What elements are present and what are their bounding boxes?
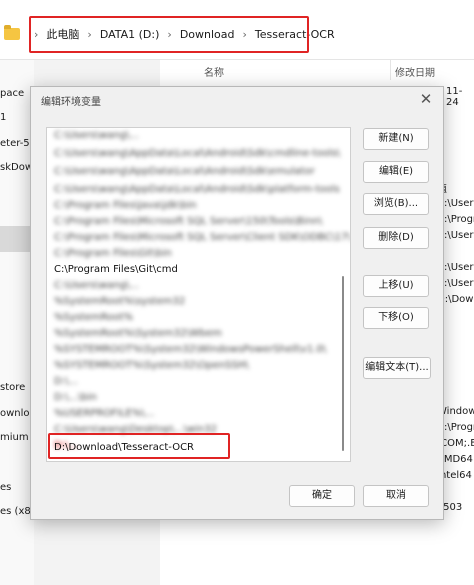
- new-entry-highlight-box: [48, 433, 230, 459]
- path-entries-list[interactable]: C:\Users\wang\... C:\Users\wang\AppData\…: [46, 127, 351, 462]
- path-entry[interactable]: C:\Program Files\Git\bin: [54, 246, 172, 262]
- path-entry[interactable]: %USERPROFILE%\...: [54, 406, 154, 422]
- column-header-date[interactable]: 修改日期: [395, 64, 435, 79]
- browse-button[interactable]: 浏览(B)...: [363, 193, 429, 215]
- edit-text-button[interactable]: 编辑文本(T)...: [363, 357, 431, 379]
- path-entry[interactable]: C:\Users\wang\AppData\Local\Android\Sdk\…: [54, 182, 340, 198]
- column-divider: [390, 60, 391, 80]
- path-entry[interactable]: C:\Users\wang\...: [54, 278, 139, 294]
- scrollbar[interactable]: [342, 276, 344, 451]
- dialog-title: 编辑环境变量: [41, 97, 101, 108]
- date-cell: 11-24: [446, 86, 463, 108]
- cancel-button[interactable]: 取消: [363, 485, 429, 507]
- sidebar-selected-item[interactable]: [0, 226, 34, 252]
- edit-env-variable-dialog: 编辑环境变量 ✕ C:\Users\wang\... C:\Users\wang…: [30, 86, 444, 520]
- path-entry[interactable]: %SYSTEMROOT%\System32\WindowsPowerShell\…: [54, 342, 326, 358]
- navigation-pane: pace 1 eter-5.5 skDown store ownload miu…: [0, 60, 34, 585]
- path-entry[interactable]: %SystemRoot%\System32\Wbem: [54, 326, 222, 342]
- sidebar-item[interactable]: mium 1: [0, 432, 34, 443]
- path-entry[interactable]: D:\...\bin: [54, 390, 97, 406]
- path-entry[interactable]: C:\Users\wang\...: [54, 128, 139, 144]
- ok-button[interactable]: 确定: [289, 485, 355, 507]
- edit-button[interactable]: 编辑(E): [363, 161, 429, 183]
- path-entry[interactable]: C:\Users\wang\AppData\Local\Android\Sdk\…: [54, 164, 315, 180]
- new-button[interactable]: 新建(N): [363, 128, 429, 150]
- path-entry[interactable]: %SYSTEMROOT%\System32\OpenSSH\: [54, 358, 249, 374]
- path-entry[interactable]: %SystemRoot%\system32: [54, 294, 185, 310]
- path-entry[interactable]: C:\Program Files\Microsoft SQL Server\Cl…: [54, 230, 350, 246]
- delete-button[interactable]: 删除(D): [363, 227, 429, 249]
- folder-icon: [4, 25, 20, 40]
- sidebar-item[interactable]: 1: [0, 112, 6, 123]
- sidebar-item[interactable]: skDown: [0, 162, 34, 173]
- sidebar-item[interactable]: store: [0, 382, 25, 393]
- path-entry[interactable]: D:\...: [54, 374, 78, 390]
- path-entry[interactable]: C:\Program Files\Microsoft SQL Server\15…: [54, 214, 322, 230]
- close-icon[interactable]: ✕: [415, 88, 437, 110]
- sidebar-item[interactable]: pace: [0, 88, 24, 99]
- sidebar-item[interactable]: eter-5.5: [0, 138, 34, 149]
- sidebar-item[interactable]: es (x86: [0, 506, 34, 517]
- column-header-name[interactable]: 名称: [204, 64, 224, 79]
- sidebar-item[interactable]: es: [0, 482, 11, 493]
- path-entry[interactable]: C:\Program Files\Java\jdk\bin: [54, 198, 197, 214]
- move-down-button[interactable]: 下移(O): [363, 307, 429, 329]
- move-up-button[interactable]: 上移(U): [363, 275, 429, 297]
- path-entry[interactable]: %SystemRoot%: [54, 310, 133, 326]
- path-entry[interactable]: C:\Program Files\Git\cmd: [54, 262, 178, 278]
- path-entry[interactable]: C:\Users\wang\AppData\Local\Android\Sdk\…: [54, 146, 340, 162]
- address-highlight-box: [29, 16, 309, 53]
- sidebar-item[interactable]: ownload: [0, 408, 34, 419]
